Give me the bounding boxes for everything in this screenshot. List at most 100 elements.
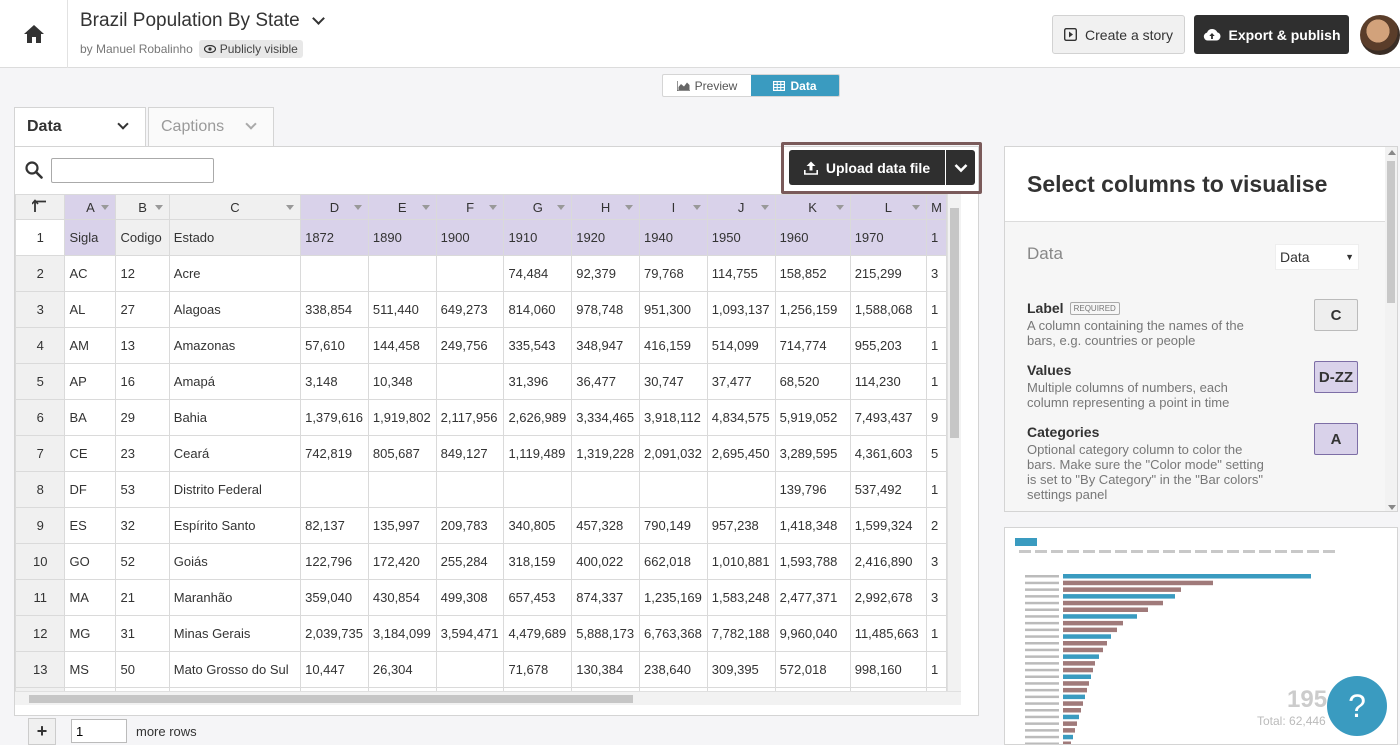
cell[interactable]: 238,640 — [639, 651, 708, 688]
column-header-g[interactable]: G — [503, 194, 573, 220]
cell[interactable]: 114,230 — [849, 363, 927, 400]
row-number[interactable]: 4 — [15, 327, 66, 364]
row-number[interactable]: 9 — [15, 507, 66, 544]
cell[interactable]: 3 — [925, 579, 947, 616]
cell[interactable]: 37,477 — [706, 363, 776, 400]
home-button[interactable] — [0, 0, 68, 68]
caret-down-icon[interactable] — [835, 205, 844, 210]
column-header-d[interactable]: D — [300, 194, 369, 220]
cell[interactable]: AL — [64, 291, 117, 328]
cell[interactable]: 3 — [925, 543, 947, 580]
cell[interactable]: 309,395 — [706, 651, 776, 688]
cell[interactable]: Minas Gerais — [168, 615, 302, 652]
cell[interactable]: 114,755 — [706, 255, 776, 292]
cell[interactable]: 249,756 — [435, 327, 505, 364]
cell[interactable]: 3,594,471 — [435, 615, 505, 652]
cell[interactable]: 4,479,689 — [503, 615, 573, 652]
cell[interactable]: 10,447 — [300, 651, 369, 688]
cell[interactable]: 1,599,324 — [849, 507, 927, 544]
visualisation-title[interactable]: Brazil Population By State — [80, 10, 325, 32]
row-number[interactable]: 8 — [15, 471, 66, 508]
cell[interactable]: 215,299 — [849, 255, 927, 292]
cell[interactable]: AP — [64, 363, 117, 400]
row-number[interactable]: 6 — [15, 399, 66, 436]
cell[interactable] — [435, 651, 505, 688]
cell[interactable]: 714,774 — [774, 327, 851, 364]
cell[interactable]: BA — [64, 399, 117, 436]
cell[interactable]: 537,492 — [849, 471, 927, 508]
cell[interactable]: 3,289,595 — [774, 435, 851, 472]
cell[interactable]: 951,300 — [639, 291, 708, 328]
cell[interactable]: 3,334,465 — [571, 399, 640, 436]
cell[interactable]: 57,610 — [300, 327, 369, 364]
row-number[interactable]: 11 — [15, 579, 66, 616]
scroll-thumb[interactable] — [29, 695, 633, 703]
cell[interactable]: 662,018 — [639, 543, 708, 580]
column-header-c[interactable]: C — [168, 194, 302, 220]
caret-down-icon[interactable] — [692, 205, 701, 210]
cell[interactable]: 1920 — [571, 219, 640, 256]
column-header-i[interactable]: I — [639, 194, 708, 220]
cell[interactable]: Amazonas — [168, 327, 302, 364]
column-header-h[interactable]: H — [571, 194, 640, 220]
cell[interactable]: 5,919,052 — [774, 399, 851, 436]
cell[interactable]: Bahia — [168, 399, 302, 436]
cell[interactable]: 1950 — [706, 219, 776, 256]
caret-down-icon[interactable] — [353, 205, 362, 210]
cell[interactable]: 1 — [925, 615, 947, 652]
cell[interactable]: Espírito Santo — [168, 507, 302, 544]
cell[interactable]: 1,588,068 — [849, 291, 927, 328]
cell[interactable]: 400,022 — [571, 543, 640, 580]
cell[interactable]: 2,992,678 — [849, 579, 927, 616]
cell[interactable] — [435, 255, 505, 292]
cell[interactable]: 5 — [925, 435, 947, 472]
cell[interactable]: 52 — [115, 543, 170, 580]
cell[interactable]: 814,060 — [503, 291, 573, 328]
cell[interactable] — [435, 363, 505, 400]
cell[interactable]: Sigla — [64, 219, 117, 256]
cell[interactable]: 16 — [115, 363, 170, 400]
cell[interactable]: 11,485,663 — [849, 615, 927, 652]
cell[interactable] — [367, 471, 437, 508]
cell[interactable]: 1 — [925, 327, 947, 364]
cell[interactable]: 955,203 — [849, 327, 927, 364]
create-story-button[interactable]: Create a story — [1052, 15, 1185, 54]
cell[interactable]: 457,328 — [571, 507, 640, 544]
cell[interactable]: 158,852 — [774, 255, 851, 292]
cell[interactable]: MG — [64, 615, 117, 652]
cell[interactable]: 13 — [115, 327, 170, 364]
column-header-m[interactable]: M — [925, 194, 947, 220]
cell[interactable]: 92,379 — [571, 255, 640, 292]
cell[interactable]: MA — [64, 579, 117, 616]
cell[interactable]: 2,416,890 — [849, 543, 927, 580]
cell[interactable]: 499,308 — [435, 579, 505, 616]
cell[interactable]: 23 — [115, 435, 170, 472]
cell[interactable]: 4,361,603 — [849, 435, 927, 472]
row-number[interactable]: 10 — [15, 543, 66, 580]
cell[interactable]: 657,453 — [503, 579, 573, 616]
values-column-selector[interactable]: D-ZZ — [1314, 361, 1358, 393]
cell[interactable]: 172,420 — [367, 543, 437, 580]
corner-cell[interactable] — [15, 194, 66, 220]
cell[interactable]: Estado — [168, 219, 302, 256]
cell[interactable]: 3,184,099 — [367, 615, 437, 652]
cell[interactable]: 3,918,112 — [639, 399, 708, 436]
column-header-k[interactable]: K — [774, 194, 851, 220]
caret-down-icon[interactable] — [557, 205, 566, 210]
cell[interactable] — [435, 471, 505, 508]
column-header-b[interactable]: B — [115, 194, 170, 220]
cell[interactable]: Codigo — [115, 219, 170, 256]
cell[interactable]: 21 — [115, 579, 170, 616]
cell[interactable]: 1,583,248 — [706, 579, 776, 616]
cell[interactable] — [639, 471, 708, 508]
cell[interactable]: Maranhão — [168, 579, 302, 616]
cell[interactable]: 122,796 — [300, 543, 369, 580]
upload-options-button[interactable] — [946, 150, 975, 185]
user-avatar[interactable] — [1360, 15, 1400, 55]
cell[interactable]: 7,782,188 — [706, 615, 776, 652]
tab-data[interactable]: Data — [14, 107, 146, 147]
cell[interactable]: 6,763,368 — [639, 615, 708, 652]
cell[interactable]: 139,796 — [774, 471, 851, 508]
cell[interactable]: 53 — [115, 471, 170, 508]
cell[interactable]: 1,010,881 — [706, 543, 776, 580]
